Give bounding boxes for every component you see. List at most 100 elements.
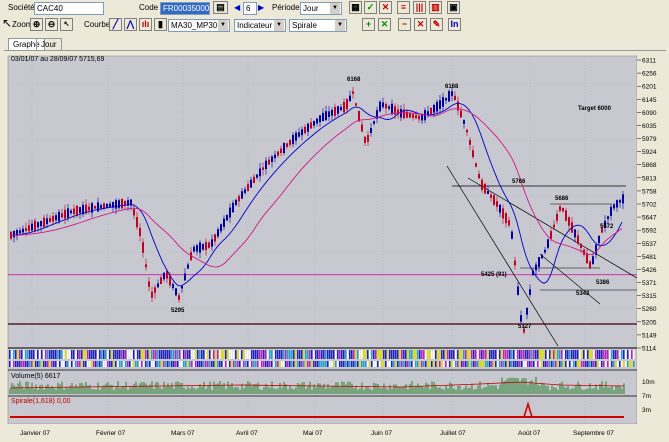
candle-body <box>499 204 501 213</box>
candle-body <box>502 208 504 219</box>
societe-input[interactable]: CAC40 <box>34 2 104 15</box>
ma-select[interactable]: MA30_MP30 <box>168 19 230 32</box>
signal-bar <box>113 361 115 367</box>
candle-body <box>418 115 420 120</box>
periode-select[interactable]: Jour <box>300 2 342 15</box>
candle-body <box>121 198 123 209</box>
candle-body <box>442 97 444 107</box>
vertical-line-icon[interactable]: ||| <box>413 1 426 14</box>
signal-bar <box>55 361 57 367</box>
table-icon[interactable]: ▥ <box>429 1 442 14</box>
close-icon[interactable]: ✕ <box>379 1 392 14</box>
signal-bar <box>319 361 321 367</box>
folder-open-icon[interactable]: ▤ <box>213 1 228 14</box>
edit-icon[interactable]: ✎ <box>430 18 443 31</box>
y-tick-label: 5371 <box>642 280 657 287</box>
signal-bar <box>403 361 405 367</box>
indicateur-select[interactable]: Indicateur 3 <box>234 19 286 32</box>
signal-bar <box>199 350 201 359</box>
candle-body <box>31 223 33 231</box>
candle-body <box>25 228 27 231</box>
signal-bar <box>67 350 69 359</box>
chain-button[interactable]: In <box>448 18 461 31</box>
candle-body <box>199 242 201 253</box>
signal-bar <box>27 350 29 359</box>
candle-body <box>247 184 249 191</box>
signal-bar <box>421 361 423 367</box>
spirale-select[interactable]: Spirale <box>289 19 347 32</box>
trend-chart-icon[interactable]: ⋀ <box>124 18 137 31</box>
signal-bar <box>469 350 471 359</box>
candle-body <box>343 101 345 113</box>
signal-bar <box>129 361 131 367</box>
horizontal-line-icon[interactable]: ≡ <box>397 1 410 14</box>
signal-bar <box>455 350 457 359</box>
candle-body <box>157 283 159 288</box>
signal-bar <box>221 361 223 367</box>
signal-bar <box>575 361 577 367</box>
signal-bar <box>517 350 519 359</box>
signal-bar <box>435 361 437 367</box>
zoom-in-icon[interactable]: ⊕ <box>30 18 43 31</box>
signal-bar <box>127 350 129 359</box>
signal-bar <box>225 350 227 359</box>
month-label: Juin 07 <box>371 430 392 437</box>
signal-bar <box>203 350 205 359</box>
signal-bar <box>565 361 567 367</box>
signal-bar <box>69 350 71 359</box>
signal-bar <box>313 361 315 367</box>
candle-body <box>478 173 480 179</box>
signal-bar <box>191 361 193 367</box>
signal-bar <box>57 350 59 359</box>
bar-chart-icon[interactable]: ılı <box>139 18 152 31</box>
signal-bar <box>39 361 41 367</box>
check-icon[interactable]: ✓ <box>364 1 377 14</box>
signal-bar <box>267 361 269 367</box>
pan-icon[interactable]: ↖ <box>60 18 73 31</box>
signal-bar <box>627 350 629 359</box>
signal-bar <box>251 350 253 359</box>
candle-body <box>268 159 270 165</box>
nav-next-icon[interactable]: ▶ <box>258 2 264 14</box>
signal-bar <box>441 350 443 359</box>
candle-body <box>346 99 348 110</box>
signal-bar <box>59 350 61 359</box>
candle-body <box>67 208 69 218</box>
add-icon[interactable]: + <box>362 18 375 31</box>
candle-body <box>253 176 255 184</box>
price-chart[interactable]: 6311 6256 6201 6145 6090 6035 5979 5924 5868 5813… <box>0 54 669 442</box>
signal-bar <box>555 361 557 367</box>
signal-bar <box>271 361 273 367</box>
save-icon[interactable]: ▣ <box>447 1 460 14</box>
nav-value[interactable]: 6 <box>243 2 257 15</box>
signal-bar <box>253 361 255 367</box>
signal-bar <box>595 350 597 359</box>
signal-bar <box>221 350 223 359</box>
nav-prev-icon[interactable]: ◀ <box>234 2 240 14</box>
tab-jour[interactable]: Jour <box>36 38 62 50</box>
candle-body <box>313 120 315 126</box>
signal-bar <box>59 361 61 367</box>
candle-chart-icon[interactable]: ▮ <box>154 18 167 31</box>
signal-bar <box>25 350 27 359</box>
signal-bar <box>569 350 571 359</box>
candle-body <box>427 111 429 115</box>
candle-body <box>496 201 498 207</box>
signal-bar <box>65 361 67 367</box>
y-tick-label: 5702 <box>642 202 657 209</box>
candle-body <box>466 129 468 133</box>
minus-icon[interactable]: − <box>398 18 411 31</box>
signal-bar <box>327 350 329 359</box>
y-tick-label: 6311 <box>642 58 656 65</box>
remove-indicator-icon[interactable]: ✕ <box>378 18 391 31</box>
line-chart-icon[interactable]: ╱ <box>109 18 122 31</box>
zoom-out-icon[interactable]: ⊖ <box>45 18 58 31</box>
grid-icon[interactable]: ▦ <box>349 1 362 14</box>
signal-bar <box>349 361 351 367</box>
signal-bar <box>137 350 139 359</box>
signal-bar <box>121 361 123 367</box>
cross-icon[interactable]: ✕ <box>414 18 427 31</box>
candle-body <box>271 156 273 162</box>
code-input[interactable]: FR0003500008 <box>160 2 210 15</box>
signal-bar <box>193 361 195 367</box>
